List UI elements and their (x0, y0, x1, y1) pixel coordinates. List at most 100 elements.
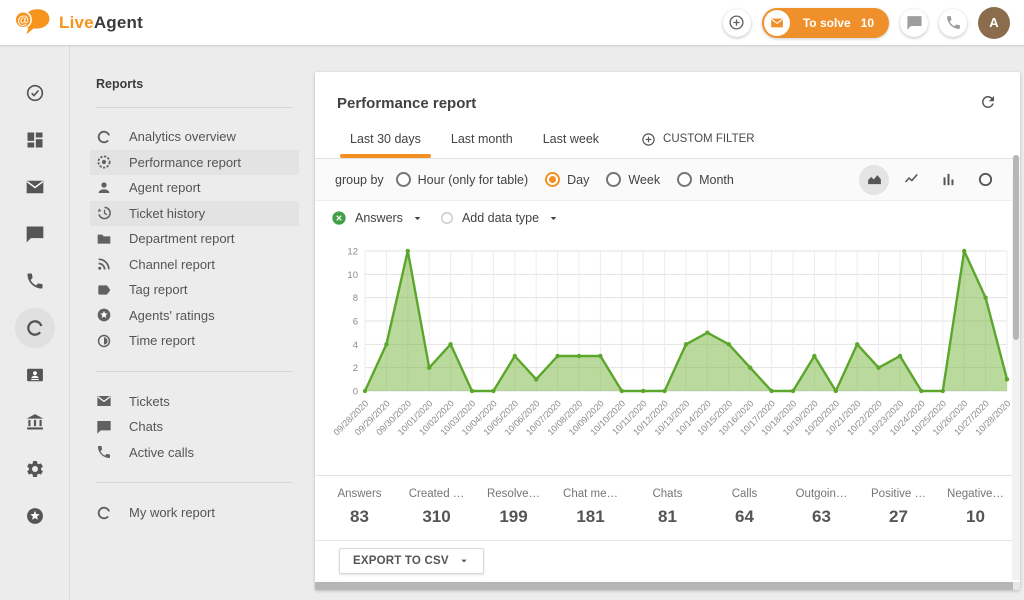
rail-item-tickets[interactable] (11, 163, 58, 210)
sidebar-item-channel-report[interactable]: Channel report (90, 252, 299, 278)
rail-item-accounts[interactable] (11, 398, 58, 445)
radio-hour-only-for-table[interactable]: Hour (only for table) (396, 172, 528, 187)
sidebar-item-ticket-history[interactable]: Ticket history (90, 201, 299, 227)
export-label: EXPORT TO CSV (353, 555, 449, 567)
sidebar-item-label: Agents' ratings (129, 308, 215, 323)
tab-custom-filter[interactable]: CUSTOM FILTER (626, 120, 770, 158)
radio-month[interactable]: Month (677, 172, 734, 187)
rail-item-reports[interactable] (11, 304, 58, 351)
chat-icon (906, 14, 923, 31)
tab-last-month[interactable]: Last month (436, 120, 528, 158)
mail-icon (25, 177, 45, 197)
chart-type-area-chart-button[interactable] (859, 165, 889, 195)
contact-card-icon (25, 365, 45, 385)
tab-label: Last week (543, 132, 599, 146)
radio-label: Month (699, 173, 734, 187)
plus-circle-icon (728, 14, 745, 31)
svg-text:2: 2 (353, 363, 358, 374)
sidebar-item-analytics-overview[interactable]: Analytics overview (90, 124, 299, 150)
radio-week[interactable]: Week (606, 172, 660, 187)
stats-summary-row: Answers83Created …310Resolve…199Chat me…… (315, 475, 1020, 540)
line-chart-icon (903, 171, 920, 188)
sidebar-item-tickets[interactable]: Tickets (90, 389, 299, 415)
chats-button[interactable] (900, 9, 928, 37)
star-circle-icon (25, 506, 45, 526)
sidebar-item-label: Time report (129, 333, 195, 348)
svg-text:0: 0 (353, 387, 358, 398)
tab-label: Last 30 days (350, 132, 421, 146)
radio-circle (396, 172, 411, 187)
stat-label: Positive … (864, 488, 933, 500)
calls-button[interactable] (939, 9, 967, 37)
sidebar-item-chats[interactable]: Chats (90, 414, 299, 440)
phone-icon (96, 444, 112, 460)
chevron-down-icon[interactable] (411, 212, 424, 225)
rail-item-to-solve[interactable] (11, 69, 58, 116)
stat-label: Negative… (941, 488, 1010, 500)
sidebar-item-label: Ticket history (129, 206, 205, 221)
group-by-bar: group by Hour (only for table)DayWeekMon… (315, 159, 1020, 201)
sidebar-item-department-report[interactable]: Department report (90, 226, 299, 252)
sidebar-item-performance-report[interactable]: Performance report (90, 150, 299, 176)
svg-text:6: 6 (353, 317, 358, 328)
refresh-button[interactable] (978, 93, 998, 113)
svg-text:@: @ (17, 13, 28, 26)
logo-speech-bubble-icon: @ (14, 8, 52, 38)
sidebar-item-agents-ratings[interactable]: Agents' ratings (90, 303, 299, 329)
export-to-csv-button[interactable]: EXPORT TO CSV (339, 548, 484, 574)
area-chart-icon (866, 171, 883, 188)
to-solve-pill[interactable]: To solve 10 (762, 8, 889, 38)
sidebar-item-label: Channel report (129, 257, 215, 272)
rail-item-dashboard[interactable] (11, 116, 58, 163)
sidebar-item-tag-report[interactable]: Tag report (90, 277, 299, 303)
answers-area-chart: 02468101209/28/202009/29/202009/30/20201… (315, 235, 1020, 475)
menu-divider (96, 107, 293, 108)
sidebar-item-my-work-report[interactable]: My work report (90, 500, 299, 526)
star-circle-icon (96, 307, 112, 323)
rail-item-contacts[interactable] (11, 351, 58, 398)
plus-circle-icon (641, 132, 656, 147)
chevron-down-icon (458, 555, 470, 567)
dashboard-icon (25, 130, 45, 150)
sidebar-item-agent-report[interactable]: Agent report (90, 175, 299, 201)
rail-item-chats[interactable] (11, 210, 58, 257)
svg-text:10: 10 (347, 270, 358, 281)
chart-type-donut-chart-button[interactable] (970, 165, 1000, 195)
rail-item-gamification[interactable] (11, 492, 58, 539)
stat-value: 83 (350, 507, 369, 526)
to-solve-count: 10 (861, 16, 874, 30)
stat-chat-me: Chat me…181 (552, 488, 629, 527)
add-data-type-label[interactable]: Add data type (462, 211, 539, 225)
series-name[interactable]: Answers (355, 211, 403, 225)
horizontal-scrollbar[interactable] (315, 582, 1020, 590)
reports-menu: Analytics overviewPerformance reportAgen… (96, 124, 293, 526)
chart-type-bar-chart-button[interactable] (933, 165, 963, 195)
radio-label: Hour (only for table) (418, 173, 528, 187)
vertical-scrollbar-thumb[interactable] (1013, 155, 1019, 340)
tab-label: CUSTOM FILTER (663, 133, 755, 145)
person-icon (96, 180, 112, 196)
rail-item-settings[interactable] (11, 445, 58, 492)
performance-gauge-icon (96, 154, 112, 170)
sidebar-item-time-report[interactable]: Time report (90, 328, 299, 354)
sidebar-item-label: Tickets (129, 394, 170, 409)
tab-last-30-days[interactable]: Last 30 days (335, 120, 436, 158)
left-rail (0, 45, 70, 600)
chevron-down-icon[interactable] (547, 212, 560, 225)
tab-last-week[interactable]: Last week (528, 120, 614, 158)
horizontal-scrollbar-thumb[interactable] (315, 582, 1013, 590)
sidebar-item-label: Tag report (129, 282, 188, 297)
loader-icon (25, 318, 45, 338)
add-new-button[interactable] (723, 9, 751, 37)
chart-type-line-chart-button[interactable] (896, 165, 926, 195)
add-data-type-icon[interactable] (440, 211, 454, 225)
rail-item-calls[interactable] (11, 257, 58, 304)
logo-wordmark: LiveAgent (59, 13, 143, 33)
remove-series-icon[interactable] (331, 210, 347, 226)
stat-created: Created …310 (398, 488, 475, 527)
stat-label: Resolve… (479, 488, 548, 500)
stat-value: 81 (658, 507, 677, 526)
avatar[interactable]: A (978, 7, 1010, 39)
radio-day[interactable]: Day (545, 172, 589, 187)
sidebar-item-active-calls[interactable]: Active calls (90, 440, 299, 466)
